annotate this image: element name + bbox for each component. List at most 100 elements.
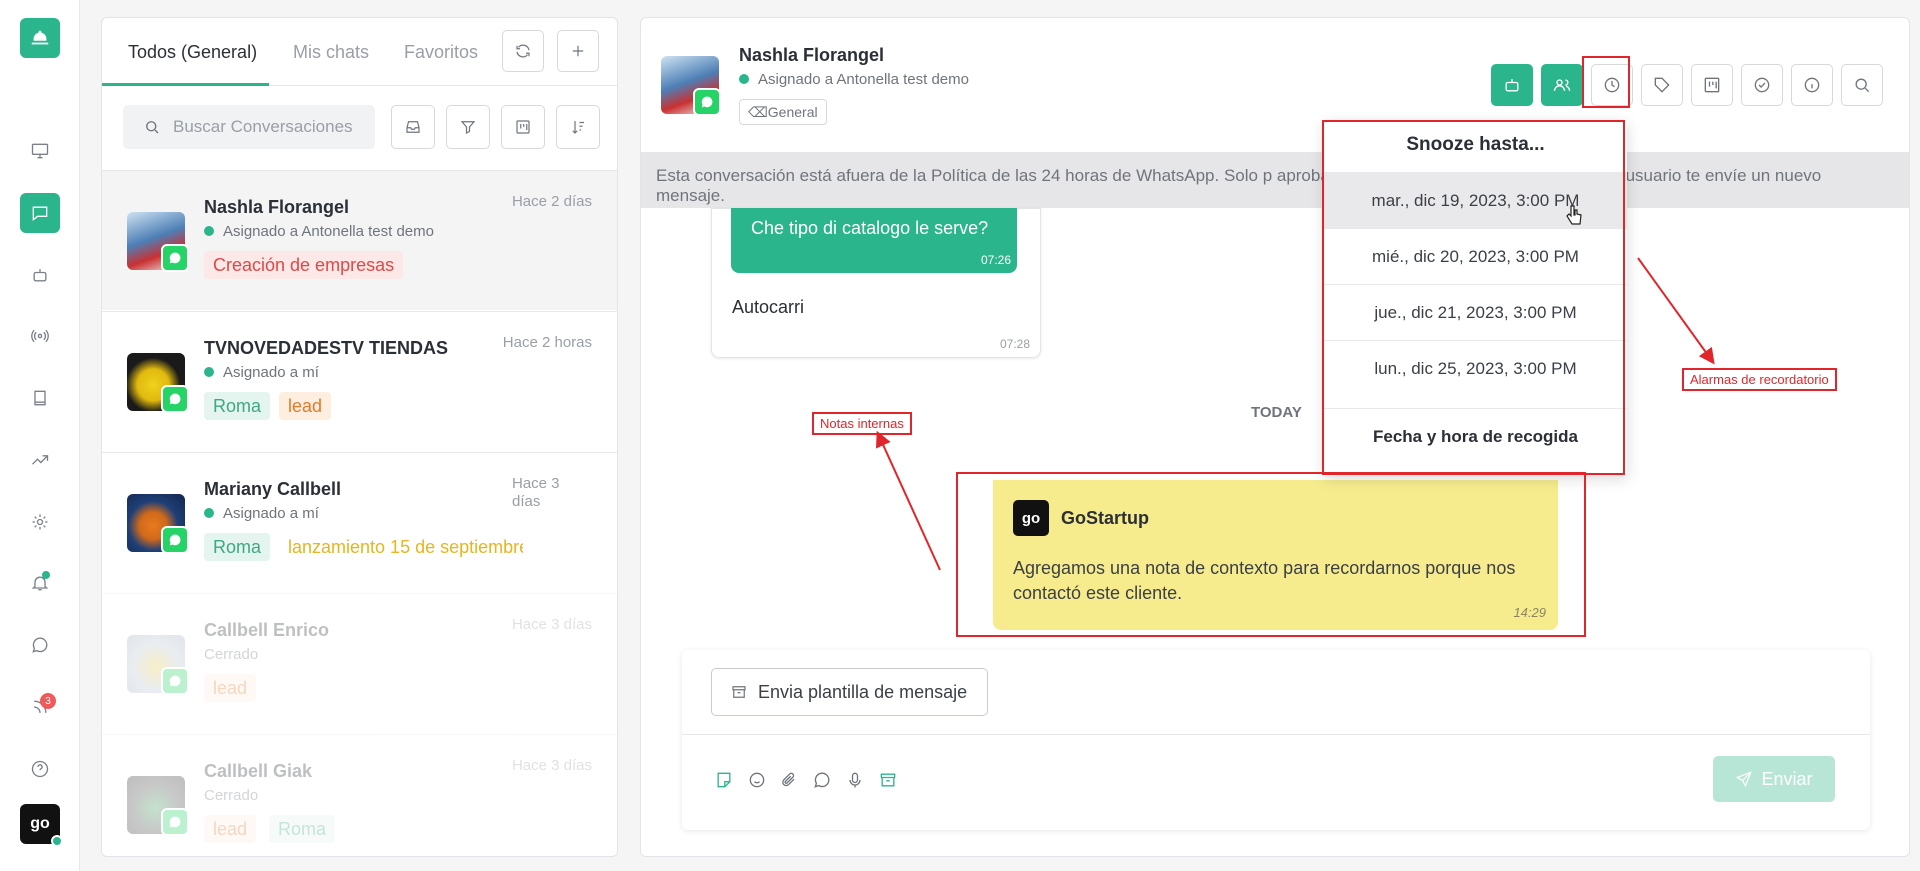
conversation-time: Hace 2 días	[511, 193, 592, 210]
users-icon	[1553, 79, 1571, 91]
tag: Roma	[269, 815, 336, 843]
robot-icon[interactable]	[20, 255, 60, 295]
tag-button[interactable]	[1641, 64, 1683, 106]
rss-badge: 3	[40, 693, 56, 709]
kanban-icon	[516, 120, 530, 134]
list-tabs: Todos (General) Mis chats Favoritos	[102, 18, 617, 86]
hand-cursor-icon	[1566, 205, 1582, 225]
conversation-name: Callbell Enrico	[204, 620, 330, 640]
message-composer: Envia plantilla de mensaje Enviar	[682, 650, 1870, 830]
snooze-highlight-box	[1582, 56, 1630, 108]
conversation-assignee: Asignado a mí	[204, 505, 319, 522]
tag: lead	[279, 392, 332, 420]
contact-assignee: Asignado a Antonella test demo	[739, 71, 969, 88]
book-icon[interactable]	[20, 378, 60, 418]
note-highlight-box	[956, 472, 1586, 637]
tag: lead	[204, 674, 257, 702]
resolve-button[interactable]	[1741, 64, 1783, 106]
day-divider: TODAY	[1251, 404, 1302, 421]
tag: Roma	[204, 392, 271, 420]
attachment-icon[interactable]	[777, 768, 801, 792]
kanban-button[interactable]	[1691, 64, 1733, 106]
assign-users-button[interactable]	[1541, 64, 1583, 106]
rss-icon[interactable]: 3	[20, 687, 60, 727]
send-icon	[1736, 771, 1753, 788]
left-rail: 3 go	[0, 0, 80, 871]
search-button[interactable]	[1841, 64, 1883, 106]
sort-icon	[572, 121, 584, 134]
message-time: 07:28	[999, 337, 1030, 351]
tag: lead	[204, 815, 257, 843]
refresh-icon	[516, 44, 530, 58]
tab-my-chats[interactable]: Mis chats	[293, 42, 369, 63]
whatsapp-icon	[161, 244, 189, 272]
online-indicator	[51, 835, 63, 847]
chat-icon[interactable]	[20, 193, 60, 233]
avatar-text: go	[30, 815, 50, 832]
conversation-item[interactable]: Mariany Callbell Hace 3 días Asignado a …	[102, 452, 617, 592]
conversation-item[interactable]: Callbell Giak Hace 3 días Cerrado lead R…	[102, 734, 617, 856]
conversation-name: Mariany Callbell	[204, 479, 342, 499]
help-icon[interactable]	[20, 749, 60, 789]
send-button[interactable]: Enviar	[1713, 756, 1835, 802]
whatsapp-icon	[693, 88, 721, 116]
conversation-item[interactable]: Callbell Enrico Hace 3 días Cerrado lead	[102, 593, 617, 733]
contact-name: Nashla Florangel	[739, 45, 885, 65]
bell-service-icon[interactable]	[20, 18, 60, 58]
info-icon	[1804, 77, 1820, 93]
tag: lanzamiento 15 de septiembre	[288, 537, 523, 557]
gear-icon[interactable]	[20, 502, 60, 542]
send-template-button[interactable]: Envia plantilla de mensaje	[711, 668, 989, 716]
trend-icon[interactable]	[20, 440, 60, 480]
conversation-time: Hace 2 horas	[502, 334, 592, 351]
robot-icon	[1505, 79, 1519, 92]
user-avatar[interactable]: go	[20, 804, 63, 847]
conversation-assignee: Asignado a mí	[204, 364, 319, 381]
conversation-time: Hace 3 días	[511, 757, 592, 774]
tab-all[interactable]: Todos (General)	[128, 42, 257, 63]
filter-button[interactable]	[446, 105, 490, 149]
reminders-annotation-label: Alarmas de recordatorio	[1682, 368, 1837, 391]
new-conversation-button[interactable]	[557, 30, 599, 72]
conversation-name: Callbell Giak	[204, 761, 313, 781]
chat-header: Nashla Florangel Asignado a Antonella te…	[641, 18, 1909, 152]
archive-icon[interactable]	[876, 768, 900, 792]
sort-button[interactable]	[556, 105, 600, 149]
send-label: Enviar	[1761, 768, 1813, 789]
tag: Creación de empresas	[204, 251, 404, 279]
info-button[interactable]	[1791, 64, 1833, 106]
dropdown-highlight-box	[1322, 120, 1625, 475]
policy-banner: Esta conversación está afuera de la Polí…	[641, 152, 1909, 208]
bot-button[interactable]	[1491, 64, 1533, 106]
quoted-outgoing-message: Che tipo di catalogo le serve? 07:26	[731, 208, 1017, 273]
inbox-icon	[406, 121, 420, 133]
bell-icon[interactable]	[20, 563, 60, 603]
tab-favorites[interactable]: Favoritos	[404, 42, 478, 63]
whatsapp-icon	[161, 808, 189, 836]
search-input[interactable]	[173, 117, 353, 137]
message-text: Che tipo di catalogo le serve?	[751, 218, 989, 238]
microphone-icon[interactable]	[843, 768, 867, 792]
refresh-button[interactable]	[502, 30, 544, 72]
kanban-button[interactable]	[501, 105, 545, 149]
tag: Roma	[204, 533, 271, 561]
message-text: Autocarri	[732, 297, 805, 317]
conversation-name: TVNOVEDADESTV TIENDAS	[204, 338, 449, 358]
quick-reply-icon[interactable]	[810, 768, 834, 792]
conversation-item[interactable]: Nashla Florangel Hace 2 días Asignado a …	[102, 170, 617, 310]
search-icon	[1855, 78, 1870, 93]
monitor-icon[interactable]	[20, 131, 60, 171]
check-circle-icon	[1754, 77, 1770, 93]
search-icon	[146, 121, 159, 134]
broadcast-icon[interactable]	[20, 316, 60, 356]
whatsapp-icon[interactable]	[20, 625, 60, 665]
send-template-label: Envia plantilla de mensaje	[758, 681, 968, 702]
note-icon[interactable]	[712, 768, 736, 792]
conversation-item[interactable]: TVNOVEDADESTV TIENDAS Hace 2 horas Asign…	[102, 311, 617, 451]
chat-panel: Nashla Florangel Asignado a Antonella te…	[640, 17, 1910, 857]
inbox-filter-button[interactable]	[391, 105, 435, 149]
message-time: 07:26	[980, 253, 1011, 267]
kanban-icon	[1704, 77, 1720, 93]
composer-divider	[682, 734, 1870, 735]
emoji-icon[interactable]	[745, 768, 769, 792]
